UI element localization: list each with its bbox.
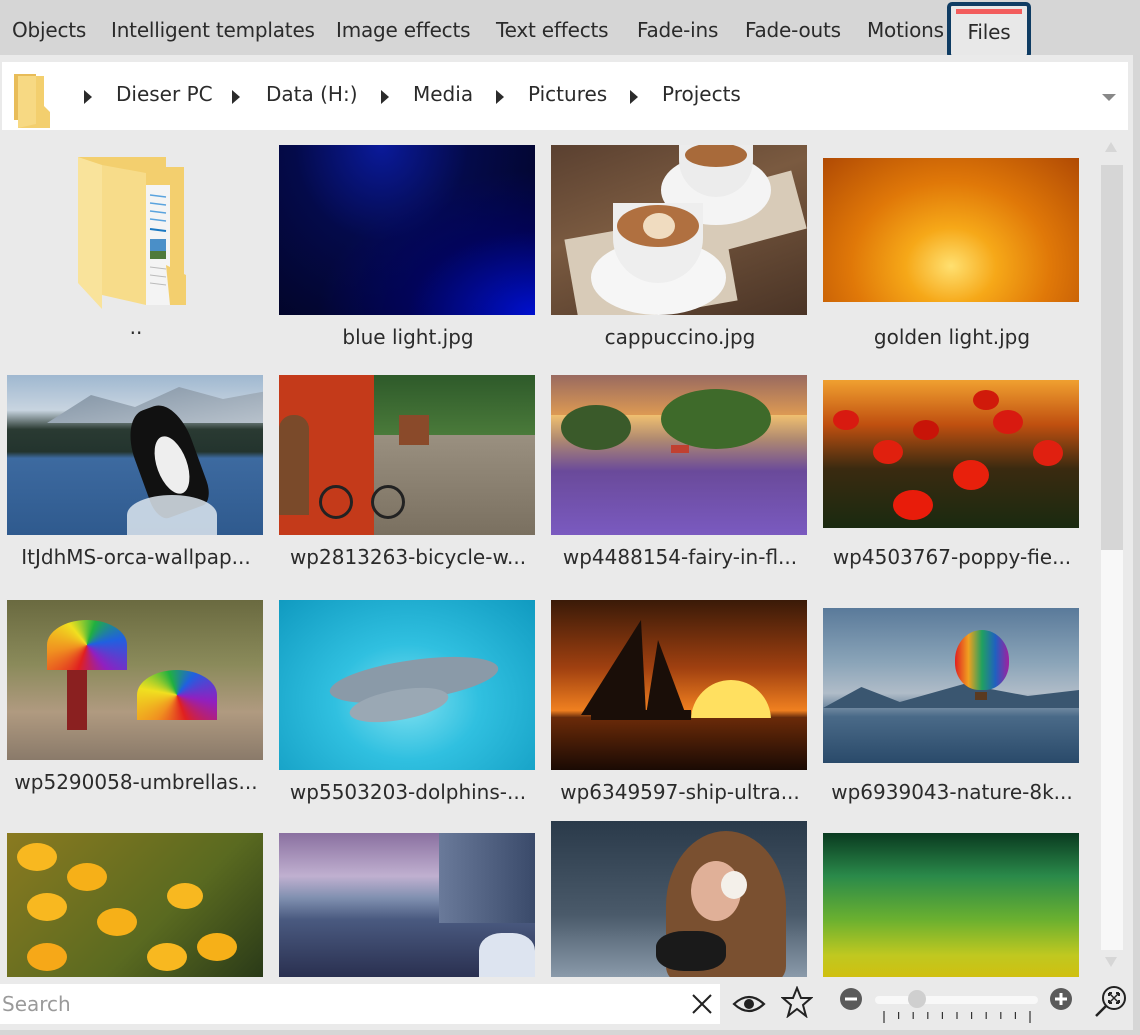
zoom-fit-icon[interactable] (1094, 984, 1128, 1018)
tab-intelligent-templates[interactable]: Intelligent templates (111, 18, 315, 42)
thumbnail-lavender-field (551, 375, 807, 535)
thumbnail-yellow-flowers (7, 833, 263, 977)
tab-image-effects[interactable]: Image effects (336, 18, 471, 42)
thumbnail-winter-river (279, 833, 535, 977)
file-name: blue light.jpg (342, 325, 474, 349)
tab-fade-ins[interactable]: Fade-ins (637, 18, 718, 42)
breadcrumb-item-pictures[interactable]: Pictures (528, 82, 607, 106)
thumbnail-hot-air-balloon (823, 608, 1079, 763)
folder-icon[interactable] (14, 74, 52, 128)
thumbnail-umbrellas (7, 600, 263, 760)
thumbnail-dolphins (279, 600, 535, 770)
tab-bar: Objects Intelligent templates Image effe… (0, 0, 1140, 59)
breadcrumb-item-projects[interactable]: Projects (662, 82, 741, 106)
breadcrumb-item-media[interactable]: Media (413, 82, 473, 106)
file-grid: .. blue light.jpg cappuccino.jpg golden … (0, 135, 1095, 1030)
files-panel: Dieser PC Data (H:) Media Pictures Proje… (0, 55, 1133, 1030)
thumbnail-blue-light (279, 145, 535, 315)
file-name: wp6939043-nature-8k... (831, 780, 1073, 804)
file-item-parent-folder[interactable]: .. (0, 135, 272, 360)
zoom-slider-thumb[interactable] (907, 990, 926, 1008)
file-item[interactable]: wp6349597-ship-ultra... (544, 600, 816, 815)
file-item[interactable]: golden light.jpg (816, 135, 1088, 360)
scroll-down-icon[interactable] (1105, 957, 1117, 967)
folder-icon (78, 157, 186, 309)
file-name: wp4503767-poppy-fie... (832, 545, 1072, 569)
file-item[interactable]: wp5290058-umbrellas... (0, 600, 272, 815)
search-input[interactable] (0, 984, 720, 1024)
tab-text-effects[interactable]: Text effects (496, 18, 609, 42)
file-name: wp2813263-bicycle-w... (289, 545, 527, 569)
file-item[interactable]: wp4488154-fairy-in-fl... (544, 375, 816, 590)
file-item[interactable]: wp2813263-bicycle-w... (272, 375, 544, 590)
tab-files[interactable]: Files (947, 2, 1031, 59)
thumbnail-grass-dew (823, 833, 1079, 977)
file-item[interactable]: ItJdhMS-orca-wallpap... (0, 375, 272, 590)
breadcrumb: Dieser PC Data (H:) Media Pictures Proje… (2, 62, 1128, 130)
file-item[interactable]: wp5503203-dolphins-... (272, 600, 544, 815)
active-tab-marker (956, 9, 1022, 14)
file-item[interactable]: cappuccino.jpg (544, 135, 816, 360)
breadcrumb-separator-icon[interactable] (232, 90, 240, 104)
breadcrumb-separator-icon[interactable] (496, 90, 504, 104)
thumbnail-orca (7, 375, 263, 535)
eye-icon[interactable] (732, 992, 766, 1016)
breadcrumb-dropdown-icon[interactable] (1102, 94, 1116, 101)
thumbnail-ship-sunset (551, 600, 807, 770)
file-name: wp5290058-umbrellas... (14, 770, 258, 794)
file-name: wp5503203-dolphins-... (289, 780, 527, 804)
file-name: golden light.jpg (873, 325, 1031, 349)
breadcrumb-item-dieser-pc[interactable]: Dieser PC (116, 82, 213, 106)
file-item[interactable]: blue light.jpg (272, 135, 544, 360)
file-name: ItJdhMS-orca-wallpap... (21, 545, 251, 569)
thumbnail-golden-light (823, 158, 1079, 302)
breadcrumb-item-data[interactable]: Data (H:) (266, 82, 358, 106)
thumbnail-bicycle (279, 375, 535, 535)
breadcrumb-separator-icon[interactable] (84, 90, 92, 104)
zoom-slider-track[interactable] (875, 996, 1038, 1004)
tab-fade-outs[interactable]: Fade-outs (745, 18, 841, 42)
file-name: .. (129, 315, 143, 339)
thumbnail-cappuccino (551, 145, 807, 315)
file-item[interactable]: wp4503767-poppy-fie... (816, 375, 1088, 590)
tab-files-label: Files (967, 20, 1011, 44)
file-name: wp4488154-fairy-in-fl... (562, 545, 798, 569)
zoom-slider-ticks (883, 1011, 1031, 1023)
breadcrumb-separator-icon[interactable] (381, 90, 389, 104)
star-icon[interactable] (781, 986, 813, 1018)
file-item[interactable]: wp6939043-nature-8k... (816, 600, 1088, 815)
file-name: cappuccino.jpg (604, 325, 756, 349)
thumbnail-woman-snow (551, 821, 807, 977)
scroll-up-icon[interactable] (1105, 142, 1117, 152)
thumbnail-poppy-field (823, 380, 1079, 528)
scrollbar-thumb[interactable] (1101, 165, 1123, 550)
tab-objects[interactable]: Objects (12, 18, 86, 42)
close-icon[interactable] (690, 992, 714, 1016)
tab-motions[interactable]: Motions (867, 18, 944, 42)
file-name: wp6349597-ship-ultra... (560, 780, 800, 804)
breadcrumb-separator-icon[interactable] (630, 90, 638, 104)
zoom-out-icon[interactable] (840, 988, 862, 1010)
zoom-in-icon[interactable] (1050, 988, 1072, 1010)
